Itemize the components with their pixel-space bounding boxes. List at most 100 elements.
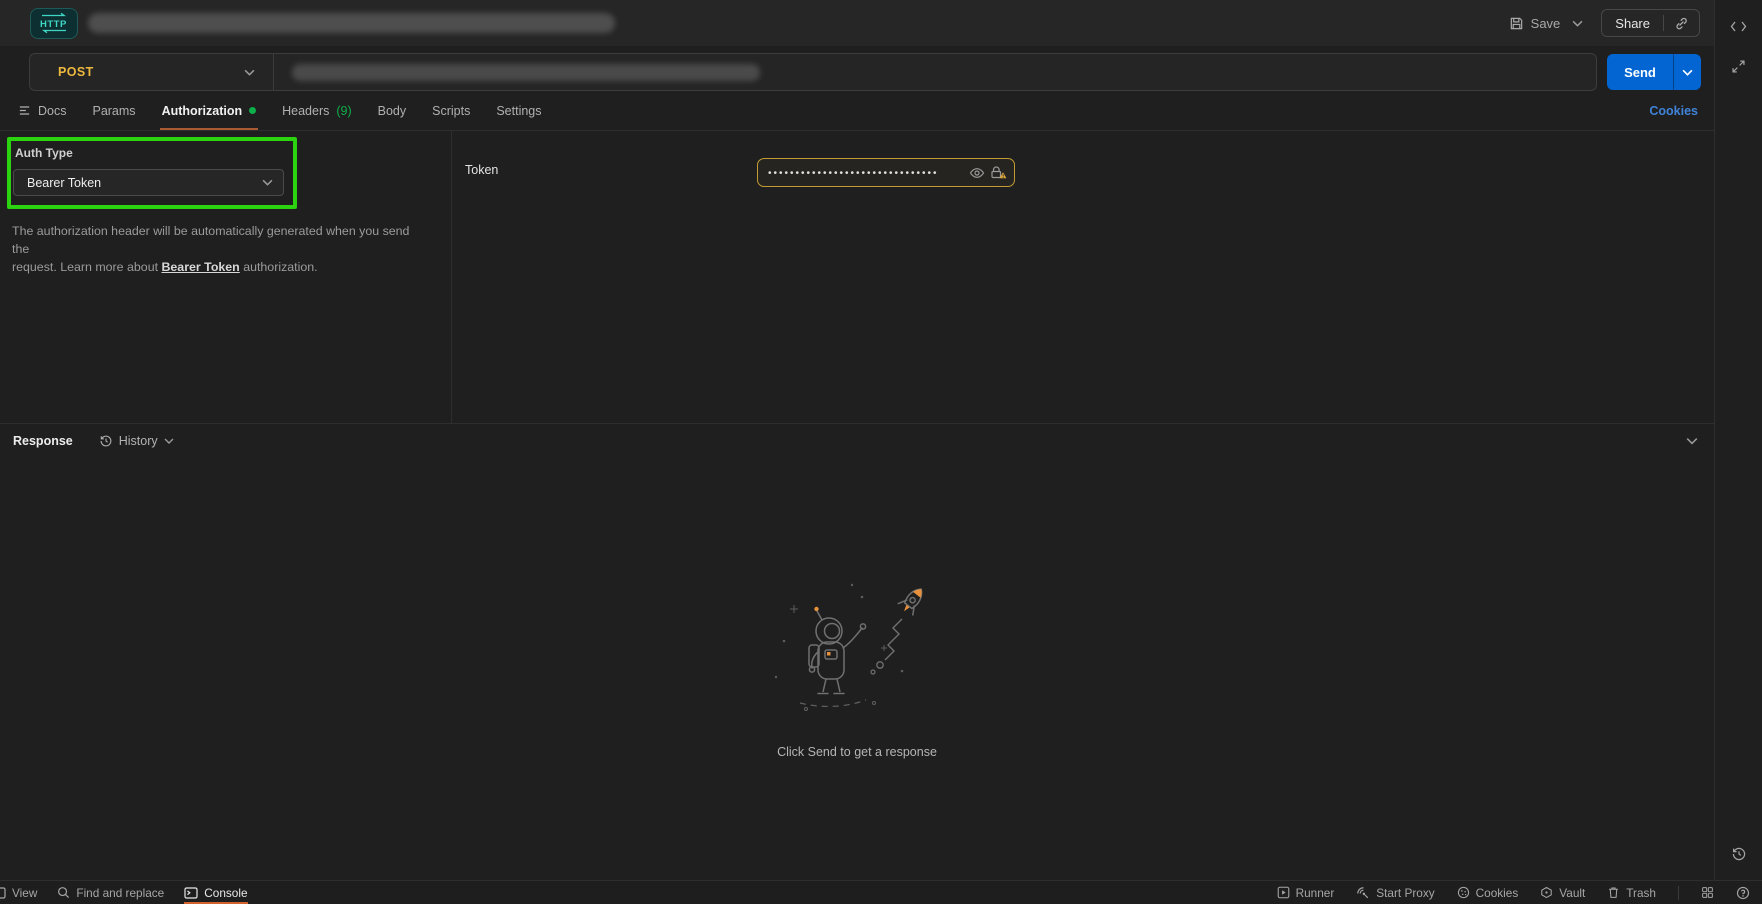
panel-layout-button[interactable]	[1701, 881, 1714, 904]
cookies-label: Cookies	[1476, 886, 1519, 900]
runner-icon	[1277, 886, 1290, 899]
request-url-redacted[interactable]	[292, 64, 760, 81]
response-empty-state: Click Send to get a response	[0, 457, 1714, 880]
restore-checkpoint-button[interactable]	[1731, 846, 1747, 862]
method-selector[interactable]: POST	[30, 54, 273, 90]
console-icon	[184, 887, 198, 899]
lock-warning-icon	[990, 165, 1007, 180]
history-icon	[99, 434, 113, 448]
send-split-button: Send	[1607, 54, 1701, 90]
copy-link-button[interactable]	[1664, 16, 1699, 31]
tab-headers[interactable]: Headers (9)	[282, 91, 352, 130]
tab-scripts[interactable]: Scripts	[432, 91, 470, 130]
save-label: Save	[1531, 16, 1561, 31]
request-url-container: POST	[29, 53, 1597, 91]
auth-desc-line1: The authorization header will be automat…	[12, 224, 409, 256]
layout-icon	[0, 887, 6, 899]
tab-settings[interactable]: Settings	[496, 91, 541, 130]
postman-app: HTTP Save Share	[0, 0, 1762, 904]
upper-region: HTTP Save Share	[0, 0, 1762, 880]
tab-params[interactable]: Params	[92, 91, 135, 130]
trash-label: Trash	[1626, 886, 1656, 900]
code-icon	[1730, 20, 1747, 33]
code-snippet-button[interactable]	[1730, 20, 1747, 33]
tab-authorization[interactable]: Authorization	[162, 91, 257, 130]
cookies-button[interactable]: Cookies	[1457, 881, 1519, 904]
save-options-button[interactable]	[1572, 20, 1583, 27]
docs-icon	[18, 104, 31, 117]
auth-desc-line2: request. Learn more about	[12, 260, 161, 274]
context-sidebar	[1714, 0, 1762, 880]
cookies-link[interactable]: Cookies	[1649, 104, 1698, 118]
runner-label: Runner	[1296, 886, 1335, 900]
toggle-token-visibility-button[interactable]	[969, 167, 985, 179]
history-dropdown[interactable]: History	[99, 434, 174, 448]
status-bar: View Find and replace Console Runner Sta…	[0, 880, 1762, 904]
collapse-response-button[interactable]	[1686, 437, 1698, 445]
console-label: Console	[204, 886, 247, 900]
chevron-down-icon	[1572, 20, 1583, 27]
send-button[interactable]: Send	[1607, 54, 1673, 90]
save-icon	[1509, 16, 1524, 31]
token-label: Token	[465, 163, 498, 177]
method-label: POST	[58, 65, 94, 79]
tab-label: Headers	[282, 104, 329, 118]
status-bar-left: View Find and replace Console	[0, 881, 248, 904]
tab-label: Scripts	[432, 104, 470, 118]
auth-type-select[interactable]: Bearer Token	[13, 169, 284, 196]
vault-secret-button[interactable]	[990, 165, 1007, 180]
auth-type-panel: Auth Type Bearer Token The authorization…	[0, 131, 452, 423]
request-tab-header: HTTP Save Share	[0, 0, 1714, 46]
logo-text-glyph: HTTP	[40, 19, 67, 30]
find-and-replace-button[interactable]: Find and replace	[57, 881, 164, 904]
auth-type-value: Bearer Token	[27, 176, 101, 190]
request-url-row: POST Send	[0, 46, 1714, 91]
tab-label: Settings	[496, 104, 541, 118]
chevron-down-icon	[1682, 69, 1693, 76]
eye-icon	[969, 167, 985, 179]
bearer-token-link[interactable]: Bearer Token	[161, 260, 239, 274]
search-icon	[57, 886, 70, 899]
auth-type-label: Auth Type	[15, 146, 284, 160]
send-options-button[interactable]	[1673, 54, 1701, 90]
chevron-down-icon	[262, 179, 273, 186]
modified-dot-icon	[249, 107, 256, 114]
proxy-label: Start Proxy	[1376, 886, 1434, 900]
grid-icon	[1701, 886, 1714, 899]
chevron-down-icon	[244, 69, 255, 76]
share-button-group: Share	[1601, 9, 1700, 37]
find-label: Find and replace	[76, 886, 164, 900]
tab-docs[interactable]: Docs	[18, 91, 66, 130]
runner-button[interactable]: Runner	[1277, 881, 1335, 904]
save-button[interactable]: Save	[1509, 16, 1561, 31]
auth-details-panel: Token •••••••••••••••••••••••••••••••	[452, 131, 1714, 423]
start-proxy-button[interactable]: Start Proxy	[1356, 881, 1434, 904]
help-button[interactable]	[1736, 881, 1750, 904]
headers-count-badge: (9)	[336, 104, 351, 118]
topbar-actions: Save Share	[1509, 9, 1700, 37]
token-input[interactable]: •••••••••••••••••••••••••••••••	[757, 158, 1015, 187]
share-button[interactable]: Share	[1602, 16, 1663, 31]
cookie-icon	[1457, 886, 1470, 899]
vault-label: Vault	[1559, 886, 1585, 900]
trash-button[interactable]: Trash	[1607, 881, 1656, 904]
method-url-divider	[273, 54, 274, 90]
expand-panel-button[interactable]	[1731, 59, 1746, 74]
view-menu-button[interactable]: View	[0, 881, 37, 904]
link-icon	[1674, 16, 1689, 31]
proxy-icon	[1356, 886, 1370, 900]
expand-icon	[1731, 59, 1746, 74]
tab-label: Body	[378, 104, 407, 118]
trash-icon	[1607, 886, 1620, 899]
chevron-down-icon	[1686, 437, 1698, 445]
tab-label: Params	[92, 104, 135, 118]
response-header: Response History	[0, 424, 1714, 457]
auth-desc-line2-end: authorization.	[240, 260, 318, 274]
auth-description: The authorization header will be automat…	[12, 222, 421, 276]
console-button[interactable]: Console	[184, 881, 247, 904]
vault-button[interactable]: Vault	[1540, 881, 1585, 904]
tab-body[interactable]: Body	[378, 91, 407, 130]
response-title: Response	[13, 434, 73, 448]
astronaut-rocket-illustration	[762, 579, 952, 729]
vault-icon	[1540, 886, 1553, 899]
